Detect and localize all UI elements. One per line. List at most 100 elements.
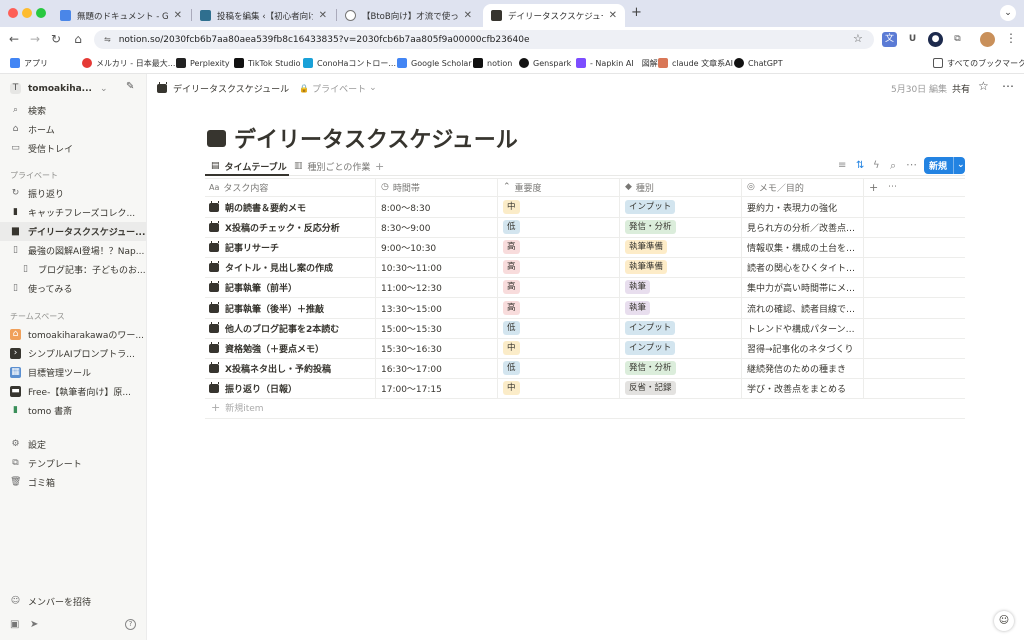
sidebar-item-tomo-study[interactable]: ▮ tomo 書斎 bbox=[0, 401, 146, 420]
invite-members-button[interactable]: ☺ メンバーを招待 bbox=[0, 592, 146, 611]
type-cell[interactable]: インプット bbox=[625, 197, 737, 217]
profile-avatar[interactable] bbox=[980, 32, 995, 47]
more-options-icon[interactable]: ⋯ bbox=[888, 178, 897, 196]
new-button[interactable]: 新規 ⌄ bbox=[924, 157, 965, 174]
close-tab-icon[interactable]: ✕ bbox=[464, 10, 472, 21]
close-window-button[interactable] bbox=[8, 8, 18, 18]
column-header-time[interactable]: ◷ 時間帯 bbox=[381, 178, 491, 196]
help-icon[interactable]: ? bbox=[125, 619, 136, 630]
type-cell[interactable]: 執筆準備 bbox=[625, 237, 737, 257]
shield-extension-icon[interactable]: ● bbox=[928, 32, 943, 47]
sidebar-item-inbox[interactable]: ▭ 受信トレイ bbox=[0, 139, 146, 158]
extensions-puzzle-icon[interactable]: ⧉ bbox=[950, 32, 965, 47]
time-cell[interactable]: 10:30〜11:00 bbox=[381, 257, 493, 277]
sidebar-item-review[interactable]: ↻ 振り返り bbox=[0, 184, 146, 203]
sidebar-item-free-writer[interactable]: ▬ Free-【執筆者向け】原... bbox=[0, 382, 146, 401]
type-cell[interactable]: 執筆 bbox=[625, 277, 737, 297]
task-cell[interactable]: 他人のブログ記事を2本読む bbox=[209, 318, 373, 338]
u-extension-icon[interactable]: U bbox=[905, 32, 920, 47]
memo-cell[interactable]: 要約力・表現力の強化 bbox=[747, 197, 861, 217]
time-cell[interactable]: 17:00〜17:15 bbox=[381, 378, 493, 398]
memo-cell[interactable]: 学び・改善点をまとめる bbox=[747, 378, 861, 398]
add-view-button[interactable]: + bbox=[375, 157, 384, 175]
sidebar-item-trash[interactable]: 🗑 ゴミ箱 bbox=[0, 473, 146, 492]
memo-cell[interactable]: 継続発信のための種まき bbox=[747, 358, 861, 378]
task-cell[interactable]: 朝の読書＆要約メモ bbox=[209, 197, 373, 217]
priority-cell[interactable]: 低 bbox=[503, 358, 615, 378]
search-icon[interactable]: ⌕ bbox=[890, 159, 896, 173]
home-icon[interactable]: ⌂ bbox=[70, 31, 86, 47]
task-cell[interactable]: 記事リサーチ bbox=[209, 237, 373, 257]
memo-cell[interactable]: 情報収集・構成の土台をつくる bbox=[747, 237, 861, 257]
priority-cell[interactable]: 中 bbox=[503, 378, 615, 398]
task-cell[interactable]: タイトル・見出し案の作成 bbox=[209, 257, 373, 277]
bookmark-chatgpt[interactable]: ChatGPT bbox=[734, 56, 783, 70]
column-header-priority[interactable]: ⌃ 重要度 bbox=[503, 178, 613, 196]
task-cell[interactable]: 記事執筆（後半）＋推敲 bbox=[209, 298, 373, 318]
priority-cell[interactable]: 高 bbox=[503, 277, 615, 297]
address-bar[interactable]: ⇋ notion.so/2030fcb6b7aa80aea539fb8c1643… bbox=[94, 30, 874, 49]
breadcrumb-page[interactable]: デイリータスクスケジュール bbox=[173, 82, 289, 95]
sort-icon[interactable]: ⇅ bbox=[856, 160, 864, 171]
back-icon[interactable]: ← bbox=[6, 31, 22, 47]
bookmark-mercari[interactable]: メルカリ - 日本最大... bbox=[82, 56, 175, 70]
filter-icon[interactable]: ≡ bbox=[838, 160, 846, 171]
column-header-type[interactable]: ◆ 種別 bbox=[625, 178, 735, 196]
type-cell[interactable]: 発信・分析 bbox=[625, 358, 737, 378]
close-tab-icon[interactable]: ✕ bbox=[609, 10, 617, 21]
priority-cell[interactable]: 中 bbox=[503, 197, 615, 217]
task-cell[interactable]: 振り返り（日報） bbox=[209, 378, 373, 398]
time-cell[interactable]: 8:00〜8:30 bbox=[381, 197, 493, 217]
all-bookmarks[interactable]: すべてのブックマーク bbox=[933, 56, 1024, 70]
type-cell[interactable]: 発信・分析 bbox=[625, 217, 737, 237]
sidebar-item-ai-prompt[interactable]: › シンプルAIプロンプトラ... bbox=[0, 344, 146, 363]
sidebar-item-blog-article[interactable]: ▯ ブログ記事：子どものお... bbox=[0, 260, 146, 279]
priority-cell[interactable]: 低 bbox=[503, 318, 615, 338]
bookmark-notion[interactable]: notion bbox=[473, 56, 512, 70]
priority-cell[interactable]: 高 bbox=[503, 298, 615, 318]
sidebar-item-home[interactable]: ⌂ ホーム bbox=[0, 120, 146, 139]
type-cell[interactable]: インプット bbox=[625, 318, 737, 338]
bookmark-genspark[interactable]: Genspark bbox=[519, 56, 571, 70]
bookmark-perplexity[interactable]: Perplexity bbox=[176, 56, 230, 70]
memo-cell[interactable]: 流れの確認、読者目線で整える bbox=[747, 298, 861, 318]
memo-cell[interactable]: 見られ方の分析／改善点のヒント bbox=[747, 217, 861, 237]
add-row-button[interactable]: + 新規item bbox=[211, 401, 264, 414]
time-cell[interactable]: 11:00〜12:30 bbox=[381, 277, 493, 297]
type-cell[interactable]: 反省・記録 bbox=[625, 378, 737, 398]
sidebar-item-team-workspace[interactable]: ⌂ tomoakiharakawaのワー... bbox=[0, 325, 146, 344]
sidebar-item-try-it[interactable]: ▯ 使ってみる bbox=[0, 279, 146, 298]
more-options-icon[interactable]: ⋯ bbox=[1002, 79, 1014, 93]
maximize-window-button[interactable] bbox=[36, 8, 46, 18]
browser-menu-icon[interactable]: ⋮ bbox=[1005, 31, 1017, 45]
tab-timetable[interactable]: ▤ タイムテーブル bbox=[211, 157, 287, 175]
chevron-down-icon[interactable]: ⌄ bbox=[953, 157, 965, 174]
privacy-label[interactable]: プライベート bbox=[312, 82, 366, 95]
time-cell[interactable]: 13:30〜15:00 bbox=[381, 298, 493, 318]
time-cell[interactable]: 15:30〜16:30 bbox=[381, 338, 493, 358]
mail-app-icon[interactable]: ➤ bbox=[30, 619, 38, 630]
share-button[interactable]: 共有 bbox=[952, 82, 970, 95]
priority-cell[interactable]: 高 bbox=[503, 237, 615, 257]
translate-extension-icon[interactable]: 文 bbox=[882, 32, 897, 47]
sidebar-item-napkin-article[interactable]: ▯ 最強の図解AI登場！？Nap... bbox=[0, 241, 146, 260]
page-title[interactable]: デイリータスクスケジュール bbox=[207, 122, 518, 154]
tab-search-icon[interactable]: ⌄ bbox=[1000, 5, 1016, 21]
browser-tab-active[interactable]: デイリータスクスケジュール | ク ✕ bbox=[483, 4, 625, 27]
column-header-memo[interactable]: ◎ メモ／目的 bbox=[747, 178, 857, 196]
priority-cell[interactable]: 高 bbox=[503, 257, 615, 277]
browser-tab[interactable]: 投稿を編集 ‹【初心者向けガイド】 ✕ bbox=[192, 4, 335, 27]
tab-by-type[interactable]: ▥ 種別ごとの作業 bbox=[294, 157, 370, 175]
task-cell[interactable]: X投稿ネタ出し・予約投稿 bbox=[209, 358, 373, 378]
bookmark-claude[interactable]: claude 文章系AI bbox=[658, 56, 733, 70]
priority-cell[interactable]: 低 bbox=[503, 217, 615, 237]
memo-cell[interactable]: 集中力が高い時間帯にメイン作業 bbox=[747, 277, 861, 297]
notion-ai-icon[interactable]: ☺ bbox=[994, 611, 1014, 631]
minimize-window-button[interactable] bbox=[22, 8, 32, 18]
url-text[interactable]: notion.so/2030fcb6b7aa80aea539fb8c164338… bbox=[119, 35, 530, 45]
bookmark-napkin[interactable]: - Napkin AI 図解 bbox=[576, 56, 658, 70]
type-cell[interactable]: インプット bbox=[625, 338, 737, 358]
bookmark-apps[interactable]: アプリ bbox=[10, 56, 48, 70]
time-cell[interactable]: 8:30〜9:00 bbox=[381, 217, 493, 237]
forward-icon[interactable]: → bbox=[27, 31, 43, 47]
